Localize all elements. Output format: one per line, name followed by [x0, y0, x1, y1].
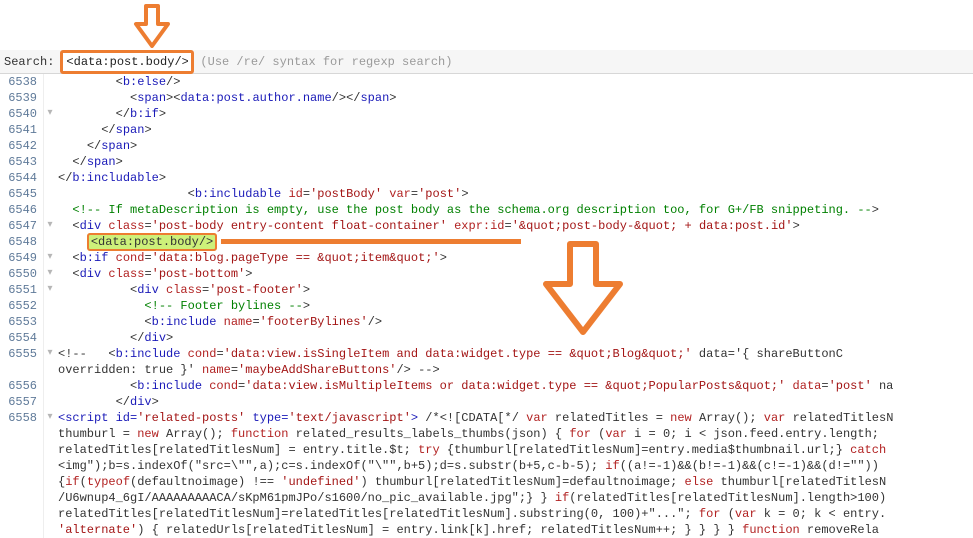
- fold-marker[interactable]: ▾: [44, 266, 56, 282]
- code-line[interactable]: </b:if>: [58, 106, 973, 122]
- fold-marker[interactable]: [44, 394, 56, 410]
- highlight-rule: [221, 239, 521, 244]
- fold-marker[interactable]: [44, 234, 56, 250]
- fold-marker[interactable]: [44, 138, 56, 154]
- fold-marker[interactable]: [44, 378, 56, 394]
- line-number: 6546: [0, 202, 37, 218]
- code-editor[interactable]: 6538653965406541654265436544654565466547…: [0, 74, 973, 538]
- arrow-to-match-icon: [540, 240, 626, 340]
- line-number: 6538: [0, 74, 37, 90]
- search-bar: Search: (Use /re/ syntax for regexp sear…: [0, 50, 973, 74]
- fold-marker[interactable]: ▾: [44, 346, 56, 362]
- line-number: 6553: [0, 314, 37, 330]
- line-number: 6551: [0, 282, 37, 298]
- fold-marker[interactable]: ▾: [44, 410, 56, 538]
- fold-marker[interactable]: [44, 170, 56, 186]
- line-number: 6549: [0, 250, 37, 266]
- line-number: 6552: [0, 298, 37, 314]
- fold-marker[interactable]: [44, 298, 56, 314]
- code-line[interactable]: <b:includable id='postBody' var='post'>: [58, 186, 973, 202]
- code-line[interactable]: <data:post.body/>: [58, 234, 973, 250]
- code-line[interactable]: </div>: [58, 394, 973, 410]
- fold-marker[interactable]: [44, 314, 56, 330]
- line-number: 6544: [0, 170, 37, 186]
- code-line[interactable]: </span>: [58, 122, 973, 138]
- fold-marker[interactable]: ▾: [44, 106, 56, 122]
- line-number: 6557: [0, 394, 37, 410]
- code-line[interactable]: <!-- <b:include cond='data:view.isSingle…: [58, 346, 973, 362]
- code-line[interactable]: </b:includable>: [58, 170, 973, 186]
- search-input[interactable]: [66, 55, 188, 69]
- fold-marker[interactable]: ▾: [44, 282, 56, 298]
- code-line[interactable]: <span><data:post.author.name/></span>: [58, 90, 973, 106]
- search-hint: (Use /re/ syntax for regexp search): [200, 55, 452, 69]
- fold-marker[interactable]: [44, 90, 56, 106]
- arrow-to-search-icon: [132, 4, 172, 52]
- line-number: 6542: [0, 138, 37, 154]
- line-number: 6554: [0, 330, 37, 346]
- line-number: 6539: [0, 90, 37, 106]
- line-number: 6545: [0, 186, 37, 202]
- code-line[interactable]: </span>: [58, 154, 973, 170]
- line-number: 6550: [0, 266, 37, 282]
- fold-marker[interactable]: [44, 154, 56, 170]
- code-line[interactable]: <script id='related-posts' type='text/ja…: [58, 410, 973, 538]
- search-match: <data:post.body/>: [87, 233, 217, 251]
- line-number: [0, 362, 37, 378]
- line-number: 6547: [0, 218, 37, 234]
- code-line[interactable]: <div class='post-footer'>: [58, 282, 973, 298]
- code-line[interactable]: <!-- If metaDescription is empty, use th…: [58, 202, 973, 218]
- fold-marker[interactable]: [44, 186, 56, 202]
- line-number: 6556: [0, 378, 37, 394]
- line-number: 6558: [0, 410, 37, 538]
- line-number: 6548: [0, 234, 37, 250]
- fold-marker[interactable]: [44, 122, 56, 138]
- line-number: 6543: [0, 154, 37, 170]
- code-line[interactable]: <b:else/>: [58, 74, 973, 90]
- fold-marker[interactable]: [44, 74, 56, 90]
- line-number: 6540: [0, 106, 37, 122]
- code-line[interactable]: <div class='post-body entry-content floa…: [58, 218, 973, 234]
- search-highlight-box: [60, 50, 194, 74]
- fold-column: ▾▾▾▾▾▾▾: [44, 74, 56, 538]
- line-number: 6541: [0, 122, 37, 138]
- code-line[interactable]: </div>: [58, 330, 973, 346]
- code-line[interactable]: <b:include name='footerBylines'/>: [58, 314, 973, 330]
- code-line[interactable]: <b:include cond='data:view.isMultipleIte…: [58, 378, 973, 394]
- code-line[interactable]: <b:if cond='data:blog.pageType == &quot;…: [58, 250, 973, 266]
- line-number: 6555: [0, 346, 37, 362]
- fold-marker[interactable]: ▾: [44, 218, 56, 234]
- code-area[interactable]: <b:else/> <span><data:post.author.name/>…: [56, 74, 973, 538]
- line-number-gutter: 6538653965406541654265436544654565466547…: [0, 74, 44, 538]
- code-line[interactable]: <div class='post-bottom'>: [58, 266, 973, 282]
- code-line[interactable]: overridden: true }' name='maybeAddShareB…: [58, 362, 973, 378]
- code-line[interactable]: <!-- Footer bylines -->: [58, 298, 973, 314]
- fold-marker[interactable]: [44, 330, 56, 346]
- fold-marker[interactable]: ▾: [44, 250, 56, 266]
- search-label: Search:: [4, 55, 54, 69]
- code-line[interactable]: </span>: [58, 138, 973, 154]
- fold-marker[interactable]: [44, 362, 56, 378]
- fold-marker[interactable]: [44, 202, 56, 218]
